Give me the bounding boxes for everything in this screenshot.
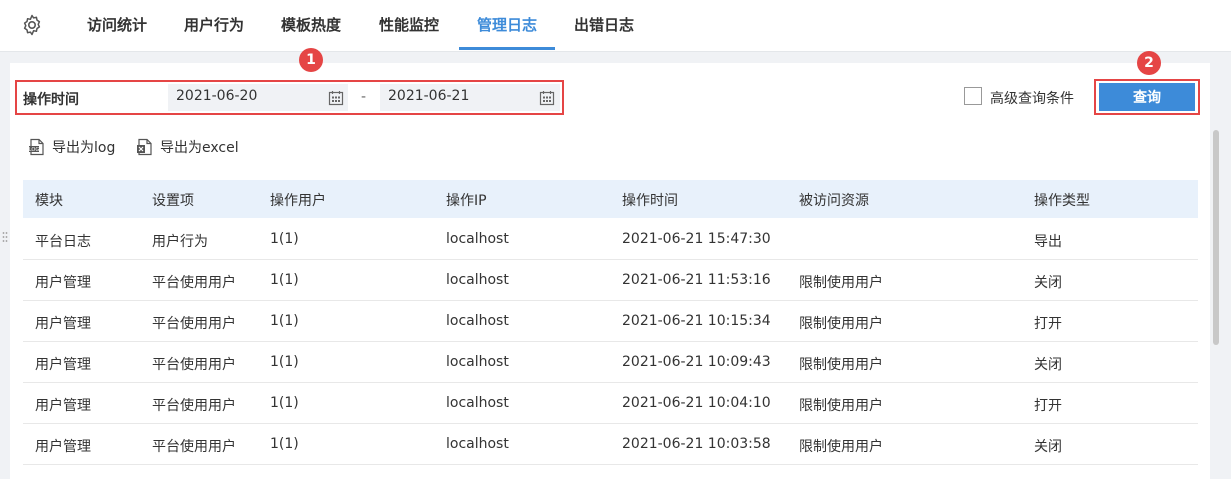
cell-setting: 平台使用用户 <box>152 439 236 455</box>
tab-template-heat[interactable]: 模板热度 <box>281 0 341 50</box>
cell-setting: 用户行为 <box>152 234 208 250</box>
top-nav-bar: 访问统计 用户行为 模板热度 性能监控 管理日志 出错日志 <box>0 0 1231 52</box>
cell-resource: 限制使用用户 <box>799 439 883 455</box>
column-header-ip: 操作IP <box>446 193 487 209</box>
cell-time: 2021-06-21 11:53:16 <box>622 272 771 288</box>
table-row[interactable]: 用户管理 平台使用用户 1(1) localhost 2021-06-21 10… <box>23 424 1198 465</box>
table-row[interactable]: 用户管理 平台使用用户 1(1) localhost 2021-06-21 10… <box>23 383 1198 424</box>
export-log-button[interactable]: LOG 导出为log <box>28 137 123 157</box>
advanced-query-checkbox[interactable] <box>964 87 982 105</box>
cell-time: 2021-06-21 15:47:30 <box>622 231 771 247</box>
cell-ip: localhost <box>446 354 509 370</box>
cell-ip: localhost <box>446 272 509 288</box>
tab-performance-monitor[interactable]: 性能监控 <box>379 0 439 50</box>
active-tab-indicator <box>459 47 555 50</box>
cell-module: 用户管理 <box>35 398 91 414</box>
tab-user-behavior[interactable]: 用户行为 <box>184 0 244 50</box>
start-date-input[interactable]: 2021-06-20 <box>168 84 348 111</box>
tab-management-log[interactable]: 管理日志 <box>477 0 537 50</box>
cell-time: 2021-06-21 10:03:58 <box>622 436 771 452</box>
date-range-separator: - <box>361 89 367 105</box>
filter-label: 操作时间 <box>23 92 79 108</box>
end-date-input[interactable]: 2021-06-21 <box>380 84 560 111</box>
column-header-setting: 设置项 <box>152 193 194 209</box>
cell-user: 1(1) <box>270 436 299 452</box>
cell-type: 打开 <box>1034 316 1062 332</box>
log-file-icon: LOG <box>29 138 44 156</box>
log-table-header: 模块 设置项 操作用户 操作IP 操作时间 被访问资源 操作类型 <box>23 180 1198 218</box>
cell-user: 1(1) <box>270 231 299 247</box>
cell-resource: 限制使用用户 <box>799 275 883 291</box>
calendar-icon[interactable] <box>328 90 344 106</box>
table-row[interactable]: 平台日志 用户行为 1(1) localhost 2021-06-21 15:4… <box>23 219 1198 260</box>
end-date-value: 2021-06-21 <box>388 88 470 104</box>
cell-time: 2021-06-21 10:09:43 <box>622 354 771 370</box>
cell-resource: 限制使用用户 <box>799 316 883 332</box>
svg-text:LOG: LOG <box>29 147 40 153</box>
cell-type: 打开 <box>1034 398 1062 414</box>
table-row[interactable]: 用户管理 平台使用用户 1(1) localhost 2021-06-21 10… <box>23 342 1198 383</box>
vertical-scrollbar[interactable] <box>1213 130 1219 345</box>
column-header-resource: 被访问资源 <box>799 193 869 209</box>
table-row[interactable]: 用户管理 平台使用用户 1(1) localhost 2021-06-21 11… <box>23 260 1198 301</box>
cell-module: 用户管理 <box>35 316 91 332</box>
cell-time: 2021-06-21 10:04:10 <box>622 395 771 411</box>
cell-module: 用户管理 <box>35 275 91 291</box>
cell-resource: 限制使用用户 <box>799 398 883 414</box>
cell-user: 1(1) <box>270 354 299 370</box>
cell-type: 导出 <box>1034 234 1062 250</box>
cell-time: 2021-06-21 10:15:34 <box>622 313 771 329</box>
cell-setting: 平台使用用户 <box>152 316 236 332</box>
calendar-icon[interactable] <box>539 90 555 106</box>
annotation-badge-2: 2 <box>1137 51 1161 75</box>
column-header-user: 操作用户 <box>270 193 326 209</box>
cell-user: 1(1) <box>270 272 299 288</box>
cell-user: 1(1) <box>270 313 299 329</box>
tab-visit-stats[interactable]: 访问统计 <box>87 0 147 50</box>
cell-ip: localhost <box>446 313 509 329</box>
column-header-time: 操作时间 <box>622 193 678 209</box>
cell-type: 关闭 <box>1034 439 1062 455</box>
query-button[interactable]: 查询 <box>1099 83 1195 111</box>
start-date-value: 2021-06-20 <box>176 88 258 104</box>
cell-type: 关闭 <box>1034 357 1062 373</box>
cell-module: 平台日志 <box>35 234 91 250</box>
tab-error-log[interactable]: 出错日志 <box>574 0 634 50</box>
cell-ip: localhost <box>446 436 509 452</box>
column-header-module: 模块 <box>35 193 63 209</box>
cell-setting: 平台使用用户 <box>152 275 236 291</box>
cell-setting: 平台使用用户 <box>152 357 236 373</box>
table-row[interactable]: 用户管理 平台使用用户 1(1) localhost 2021-06-21 10… <box>23 301 1198 342</box>
gear-icon[interactable] <box>20 13 44 37</box>
column-header-type: 操作类型 <box>1034 193 1090 209</box>
export-excel-button[interactable]: 导出为excel <box>136 137 246 157</box>
annotation-badge-1: 1 <box>299 48 323 72</box>
advanced-query-label: 高级查询条件 <box>990 91 1074 107</box>
cell-ip: localhost <box>446 231 509 247</box>
cell-ip: localhost <box>446 395 509 411</box>
cell-module: 用户管理 <box>35 439 91 455</box>
export-excel-label: 导出为excel <box>160 140 239 156</box>
cell-type: 关闭 <box>1034 275 1062 291</box>
cell-setting: 平台使用用户 <box>152 398 236 414</box>
export-log-label: 导出为log <box>52 140 116 156</box>
resize-grip-icon[interactable] <box>2 231 8 245</box>
excel-file-icon <box>137 138 152 156</box>
cell-module: 用户管理 <box>35 357 91 373</box>
cell-user: 1(1) <box>270 395 299 411</box>
cell-resource: 限制使用用户 <box>799 357 883 373</box>
